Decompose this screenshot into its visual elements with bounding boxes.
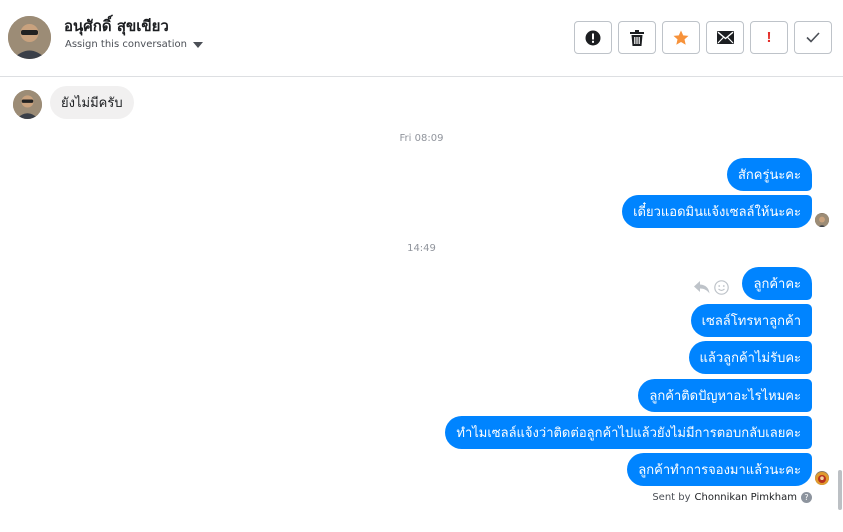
contact-name: อนุศักดิ์ สุขเขียว: [64, 17, 169, 35]
mark-done-button[interactable]: [794, 21, 832, 54]
trash-icon: [630, 29, 644, 46]
scrollbar-thumb[interactable]: [838, 470, 842, 510]
alert-circle-icon: [585, 30, 601, 45]
contact-avatar[interactable]: [8, 16, 51, 59]
mark-unread-button[interactable]: [706, 21, 744, 54]
message-actions: [694, 280, 729, 295]
assign-conversation-dropdown[interactable]: Assign this conversation: [65, 39, 203, 50]
message-thread[interactable]: ยังไม่มีครับ Fri 08:09 สักครู่นะคะ เดี๋ย…: [0, 78, 843, 532]
help-icon[interactable]: ?: [801, 492, 812, 503]
reply-icon[interactable]: [694, 281, 710, 294]
outgoing-message[interactable]: ลูกค้าติดปัญหาอะไรไหมคะ: [638, 379, 812, 412]
envelope-icon: [716, 31, 734, 44]
sent-by-label: Sent by Chonnikan Pimkham ?: [652, 492, 812, 503]
outgoing-message[interactable]: ทำไมเซลล์แจ้งว่าติดต่อลูกค้าไปแล้วยังไม่…: [445, 416, 812, 449]
sender-name[interactable]: Chonnikan Pimkham: [695, 492, 797, 503]
seen-avatar: [815, 471, 829, 485]
spam-button[interactable]: !: [750, 21, 788, 54]
delete-button[interactable]: [618, 21, 656, 54]
conversation-header: อนุศักดิ์ สุขเขียว Assign this conversat…: [0, 0, 843, 77]
timestamp: Fri 08:09: [399, 133, 444, 144]
timestamp: 14:49: [407, 243, 436, 254]
outgoing-message[interactable]: ลูกค้าคะ: [742, 267, 812, 300]
outgoing-message[interactable]: ลูกค้าทำการจองมาแล้วนะคะ: [627, 453, 812, 486]
alert-circle-button[interactable]: [574, 21, 612, 54]
sender-avatar: [13, 90, 42, 119]
exclamation-icon: !: [766, 29, 772, 46]
smiley-icon[interactable]: [714, 280, 729, 295]
star-button[interactable]: [662, 21, 700, 54]
outgoing-message[interactable]: เซลล์โทรหาลูกค้า: [690, 304, 812, 337]
incoming-message[interactable]: ยังไม่มีครับ: [50, 86, 134, 119]
outgoing-message[interactable]: เดี๋ยวแอดมินแจ้งเซลล์ให้นะคะ: [622, 195, 812, 228]
sent-by-prefix: Sent by: [652, 492, 691, 503]
outgoing-message[interactable]: แล้วลูกค้าไม่รับคะ: [688, 341, 812, 374]
outgoing-message[interactable]: สักครู่นะคะ: [726, 158, 812, 191]
checkmark-icon: [806, 32, 820, 43]
seen-avatar: [815, 213, 829, 227]
star-icon: [673, 30, 689, 45]
caret-down-icon: [192, 42, 203, 48]
assign-label: Assign this conversation: [65, 39, 187, 50]
conversation-toolbar: !: [574, 21, 832, 54]
